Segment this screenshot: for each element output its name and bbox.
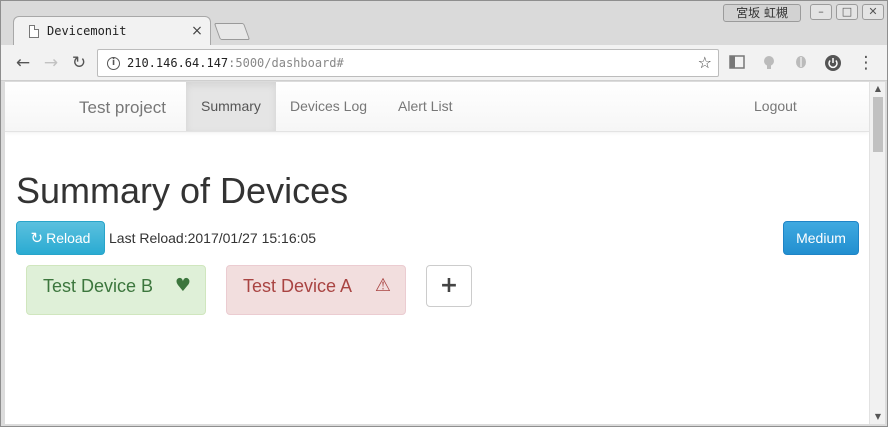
address-bar[interactable]: i 210.146.64.147:5000/dashboard# ☆ — [97, 49, 719, 77]
power-icon[interactable] — [824, 54, 842, 72]
extension-icon[interactable] — [760, 54, 778, 72]
nav-logout[interactable]: Logout — [739, 82, 812, 131]
reload-button[interactable]: ↻ Reload — [16, 221, 105, 255]
url-host: 210.146.64.147 — [127, 56, 229, 70]
page-title: Summary of Devices — [16, 170, 349, 211]
reload-icon[interactable]: ↻ — [68, 52, 90, 74]
refresh-icon: ↻ — [30, 229, 44, 247]
last-reload-text: Last Reload:2017/01/27 15:16:05 — [109, 230, 317, 246]
back-arrow-icon[interactable]: ← — [12, 52, 34, 74]
add-device-button[interactable]: + — [426, 265, 472, 307]
url-text[interactable]: 210.146.64.147:5000/dashboard# — [127, 56, 344, 70]
device-name: Test Device A — [243, 276, 353, 296]
url-path: :5000/dashboard# — [228, 56, 344, 70]
page-icon — [29, 24, 39, 38]
device-name: Test Device B — [43, 276, 154, 296]
site-navbar: Test project Summary Devices Log Alert L… — [5, 82, 869, 132]
heart-icon: ♥ — [174, 275, 191, 296]
title-bar: Devicemonit × 宮坂 虹槻 – □ ✕ — [1, 1, 887, 46]
nav-devices-log[interactable]: Devices Log — [275, 82, 382, 131]
brand-link[interactable]: Test project — [79, 98, 166, 118]
reload-label: Reload — [46, 230, 91, 246]
menu-icon[interactable]: ⋮ — [855, 52, 877, 74]
shield-icon[interactable] — [792, 54, 810, 72]
close-window-button[interactable]: ✕ — [862, 4, 884, 20]
tab-close-icon[interactable]: × — [189, 23, 205, 39]
sidebar-icon[interactable] — [728, 54, 746, 72]
profile-badge[interactable]: 宮坂 虹槻 — [723, 4, 801, 22]
scrollbar-thumb[interactable] — [873, 97, 883, 152]
device-card-a[interactable]: Test Device A ⚠ — [226, 265, 406, 315]
browser-tab-content[interactable]: Devicemonit × — [19, 16, 209, 46]
new-tab-button[interactable] — [213, 23, 251, 40]
tab-title: Devicemonit — [47, 24, 127, 38]
page-viewport: Test project Summary Devices Log Alert L… — [5, 82, 869, 424]
device-card-b[interactable]: Test Device B ♥ — [26, 265, 206, 315]
minimize-button[interactable]: – — [810, 4, 832, 20]
nav-summary[interactable]: Summary — [186, 82, 276, 131]
forward-arrow-icon[interactable]: → — [40, 52, 62, 74]
browser-toolbar: ← → ↻ i 210.146.64.147:5000/dashboard# ☆… — [1, 45, 887, 81]
info-icon[interactable]: i — [107, 57, 120, 70]
scroll-up-icon[interactable]: ▲ — [870, 82, 886, 96]
nav-alert-list[interactable]: Alert List — [383, 82, 467, 131]
scroll-down-icon[interactable]: ▼ — [870, 410, 886, 424]
browser-window: Devicemonit × 宮坂 虹槻 – □ ✕ ← → ↻ i 210.14… — [0, 0, 888, 427]
warning-icon: ⚠ — [374, 275, 391, 296]
maximize-button[interactable]: □ — [836, 4, 858, 20]
bookmark-star-icon[interactable]: ☆ — [698, 53, 712, 72]
page-scrollbar[interactable]: ▲ ▼ — [869, 82, 885, 424]
level-button[interactable]: Medium — [783, 221, 859, 255]
